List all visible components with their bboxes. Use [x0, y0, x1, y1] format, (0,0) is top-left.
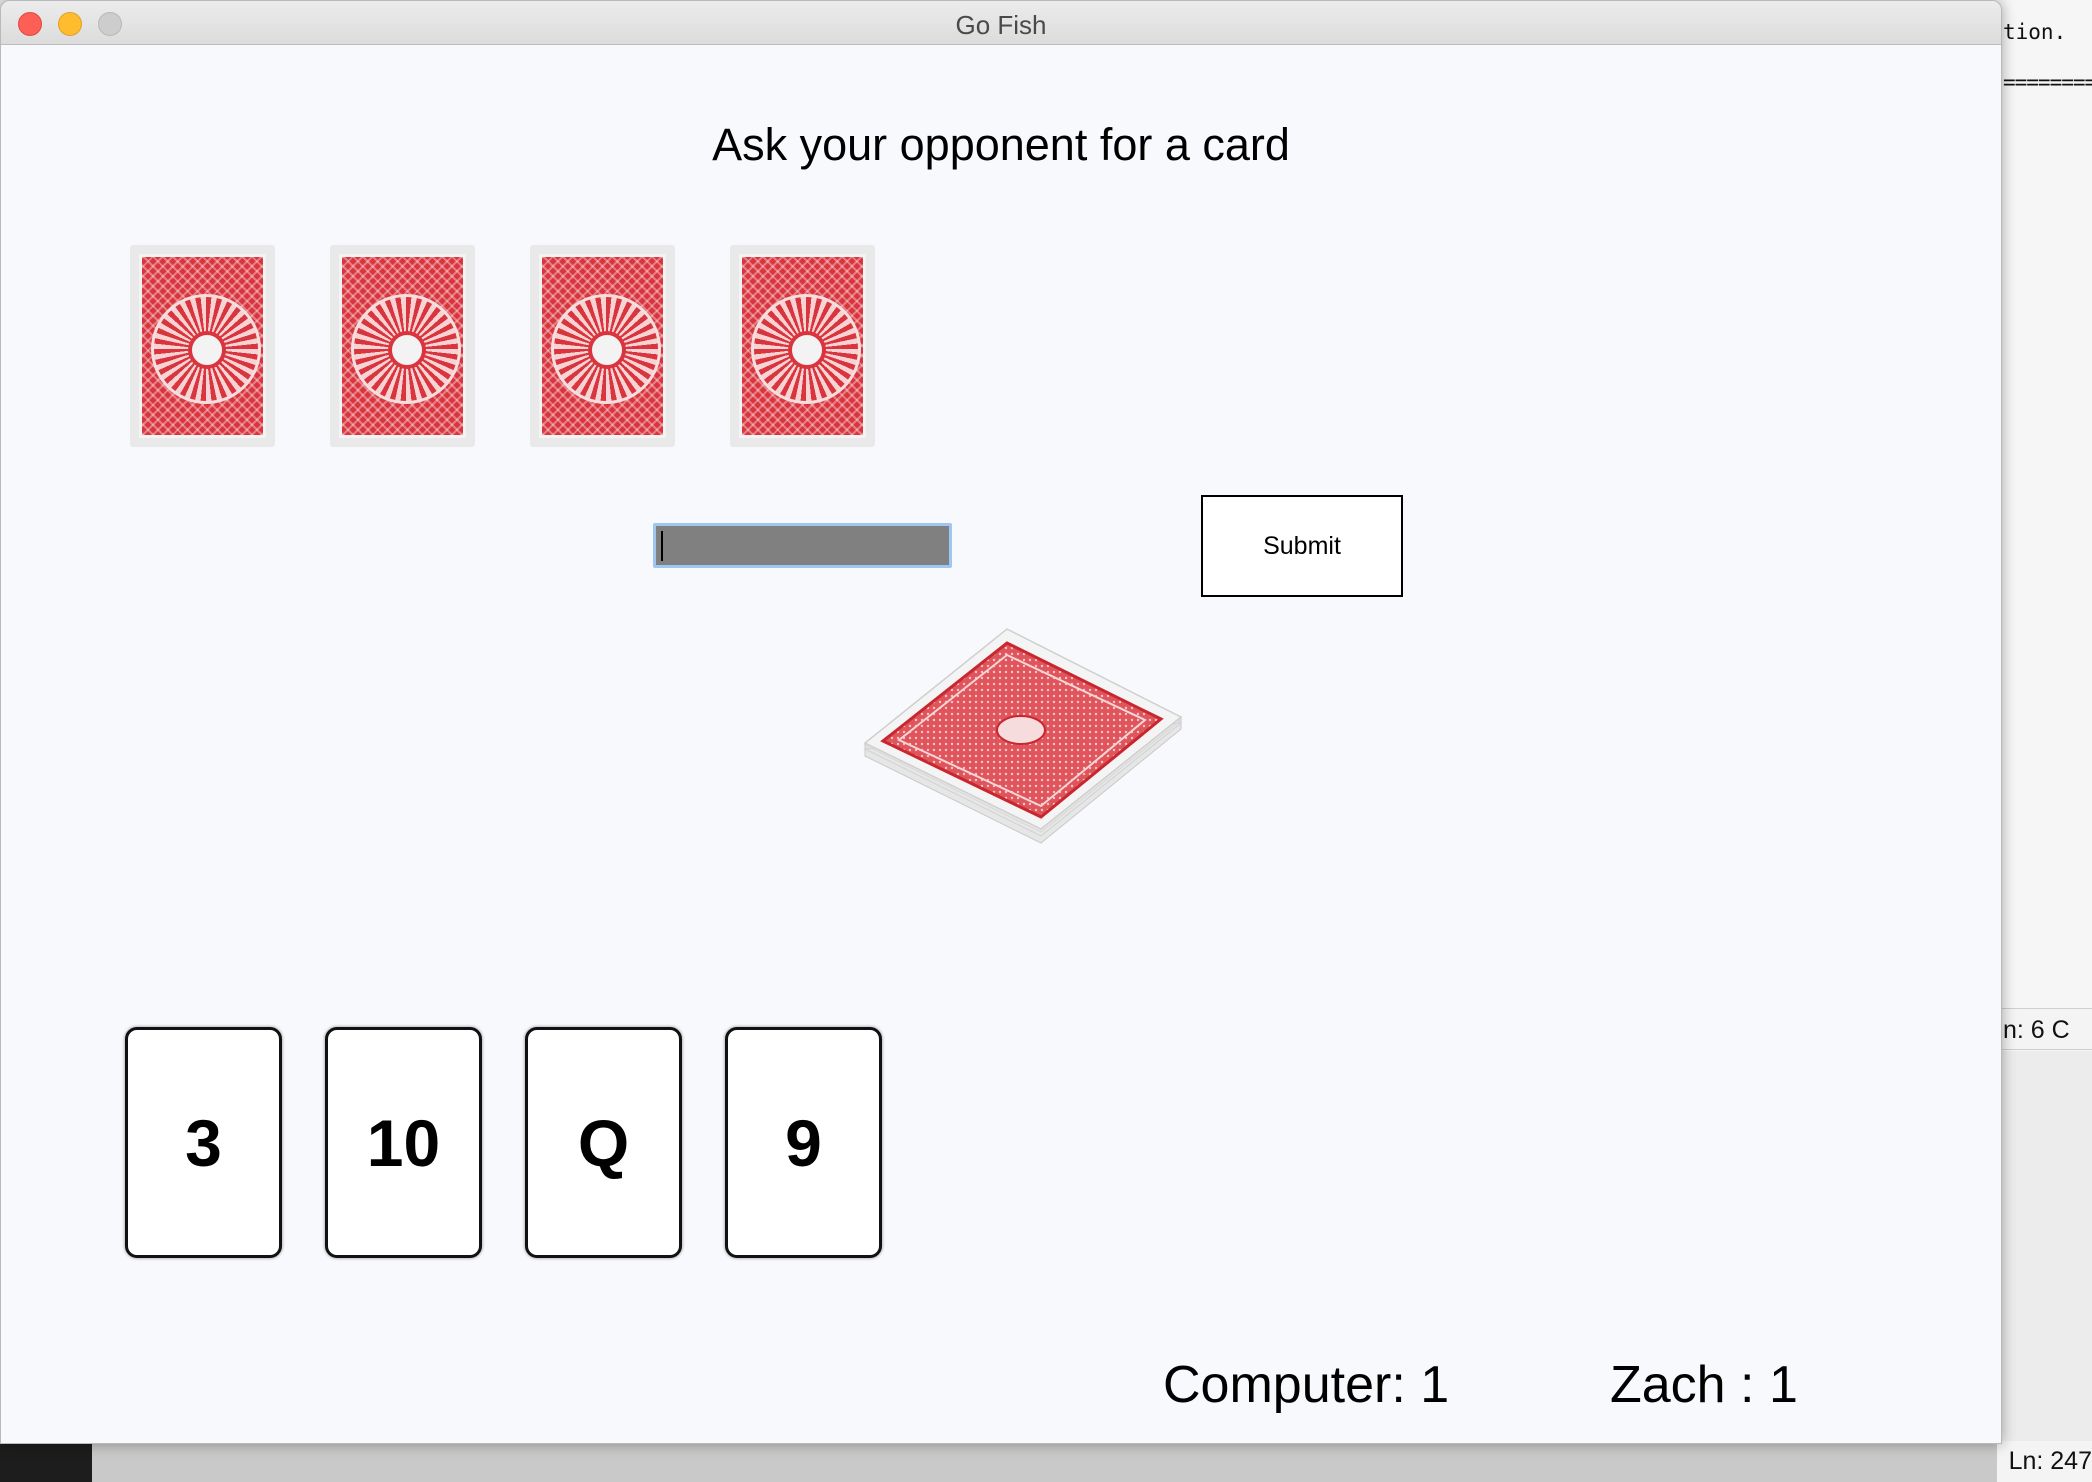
player-score: Zach : 1: [1610, 1356, 1798, 1414]
opponent-card: [330, 245, 475, 447]
card-back-icon: [539, 254, 666, 438]
editor-status-bar: n: 6 C: [1995, 1008, 2092, 1050]
card-back-icon: [139, 254, 266, 438]
window-title: Go Fish: [955, 10, 1047, 40]
editor-text-line: tion.: [2003, 20, 2067, 44]
card-request-input[interactable]: [653, 523, 952, 568]
player-card[interactable]: 10: [325, 1027, 482, 1258]
opponent-card: [530, 245, 675, 447]
title-bar[interactable]: Go Fish: [1, 1, 2001, 45]
opponent-card: [730, 245, 875, 447]
computer-score: Computer: 1: [1163, 1356, 1450, 1414]
card-back-icon: [739, 254, 866, 438]
editor-text-line: ========: [2003, 70, 2092, 94]
game-prompt: Ask your opponent for a card: [712, 119, 1290, 170]
background-strip: [92, 1442, 1997, 1482]
background-editor-window: tion. ======== n: 6 C Ln: 247: [1995, 0, 2092, 1482]
card-back-icon: [339, 254, 466, 438]
editor-line-indicator: Ln: 247: [1995, 1441, 2092, 1482]
card-deck-icon[interactable]: [859, 621, 1191, 851]
player-card[interactable]: Q: [525, 1027, 682, 1258]
submit-button[interactable]: Submit: [1201, 495, 1403, 597]
background-terminal: [0, 1442, 92, 1482]
opponent-card: [130, 245, 275, 447]
text-caret: [661, 531, 663, 561]
player-card[interactable]: 9: [725, 1027, 882, 1258]
go-fish-window: Go Fish Ask your opponent for a card Sub…: [0, 0, 2002, 1444]
player-card[interactable]: 3: [125, 1027, 282, 1258]
editor-lower-pane: [1995, 1051, 2092, 1441]
